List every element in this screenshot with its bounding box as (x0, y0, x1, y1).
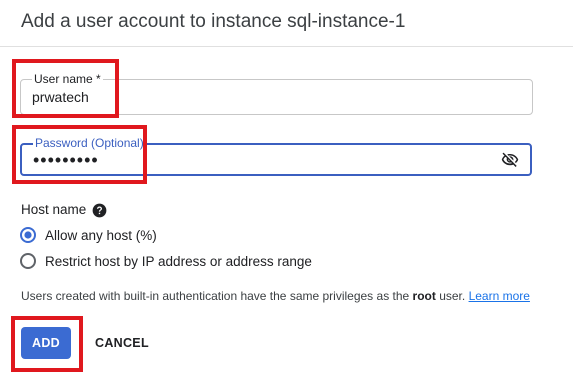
learn-more-link[interactable]: Learn more (469, 289, 530, 303)
highlight-password (12, 125, 147, 184)
add-user-dialog: Add a user account to instance sql-insta… (0, 0, 573, 383)
radio-restrict-host[interactable]: Restrict host by IP address or address r… (20, 253, 312, 269)
radio-allow-any-host[interactable]: Allow any host (%) (20, 227, 157, 243)
help-circle-icon[interactable] (92, 203, 107, 218)
auth-info-text: Users created with built-in authenticati… (21, 289, 530, 303)
highlight-add-button (11, 316, 83, 372)
title-divider (0, 46, 573, 47)
radio-selected-icon[interactable] (20, 227, 36, 243)
cancel-button[interactable]: CANCEL (88, 327, 156, 359)
radio-restrict-host-label: Restrict host by IP address or address r… (45, 253, 312, 269)
host-name-title: Host name (21, 202, 87, 217)
highlight-username (12, 59, 119, 118)
radio-allow-any-host-label: Allow any host (%) (45, 227, 157, 243)
dialog-title: Add a user account to instance sql-insta… (21, 11, 406, 32)
info-root-bold: root (412, 289, 436, 303)
info-text-after: user. (435, 289, 469, 303)
visibility-off-icon[interactable] (500, 151, 520, 169)
info-text-before: Users created with built-in authenticati… (21, 289, 413, 303)
radio-unselected-icon[interactable] (20, 253, 36, 269)
